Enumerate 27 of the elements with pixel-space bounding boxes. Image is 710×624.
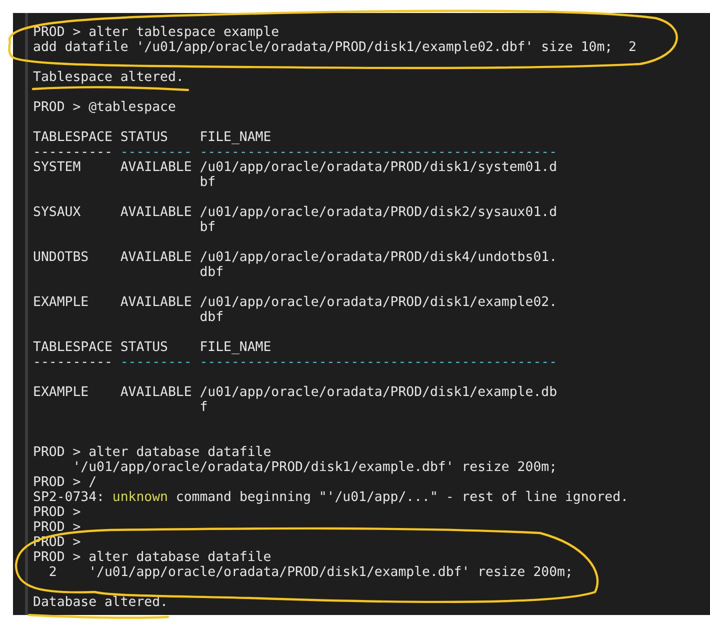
terminal-line: UNDOTBS AVAILABLE /u01/app/oracle/oradata/PROD/disk4/undotbs01.	[33, 250, 558, 265]
terminal-line: EXAMPLE AVAILABLE /u01/app/oracle/oradata/PROD/disk1/example.db	[33, 385, 558, 400]
terminal-line: PROD >	[33, 520, 81, 535]
terminal-line: PROD > alter database datafile	[33, 445, 272, 460]
terminal-line: TABLESPACE STATUS FILE_NAME	[33, 340, 272, 355]
terminal-line: SYSAUX AVAILABLE /u01/app/oracle/oradata/PROD/disk2/sysaux01.d	[33, 205, 558, 220]
terminal-line: SP2-0734: unknown command beginning "'/u01/app/..." - rest of line ignored.	[33, 490, 628, 505]
terminal-line: SYSTEM AVAILABLE /u01/app/oracle/oradata/PROD/disk1/system01.d	[33, 160, 558, 175]
terminal-line: PROD > /	[33, 475, 97, 490]
terminal-line: Database altered.	[33, 595, 168, 610]
terminal-line: dbf	[198, 310, 224, 325]
terminal-line: EXAMPLE AVAILABLE /u01/app/oracle/oradata/PROD/disk1/example02.	[33, 295, 558, 310]
terminal-line: bf	[198, 175, 216, 190]
terminal-line: 2 '/u01/app/oracle/oradata/PROD/disk1/example.dbf' resize 200m;	[48, 565, 573, 580]
terminal-line: PROD > @tablespace	[33, 100, 176, 115]
terminal-line: ---------- --------- ---------------------------------------------	[33, 145, 558, 160]
terminal-line: bf	[198, 220, 216, 235]
terminal-line: TABLESPACE STATUS FILE_NAME	[33, 130, 272, 145]
terminal-line: '/u01/app/oracle/oradata/PROD/disk1/example.dbf' resize 200m;	[72, 460, 558, 475]
terminal-line: add datafile '/u01/app/oracle/oradata/PROD/disk1/example02.dbf' size 10m; 2	[33, 40, 636, 55]
terminal-line: PROD > alter database datafile	[33, 550, 272, 565]
terminal-line: PROD > alter tablespace example	[33, 25, 280, 40]
terminal-line: Tablespace altered.	[33, 70, 184, 85]
terminal-line: ---------- --------- ---------------------------------------------	[33, 355, 558, 370]
terminal-line: PROD >	[33, 505, 81, 520]
terminal-line: f	[198, 400, 208, 415]
terminal-line: dbf	[198, 265, 224, 280]
